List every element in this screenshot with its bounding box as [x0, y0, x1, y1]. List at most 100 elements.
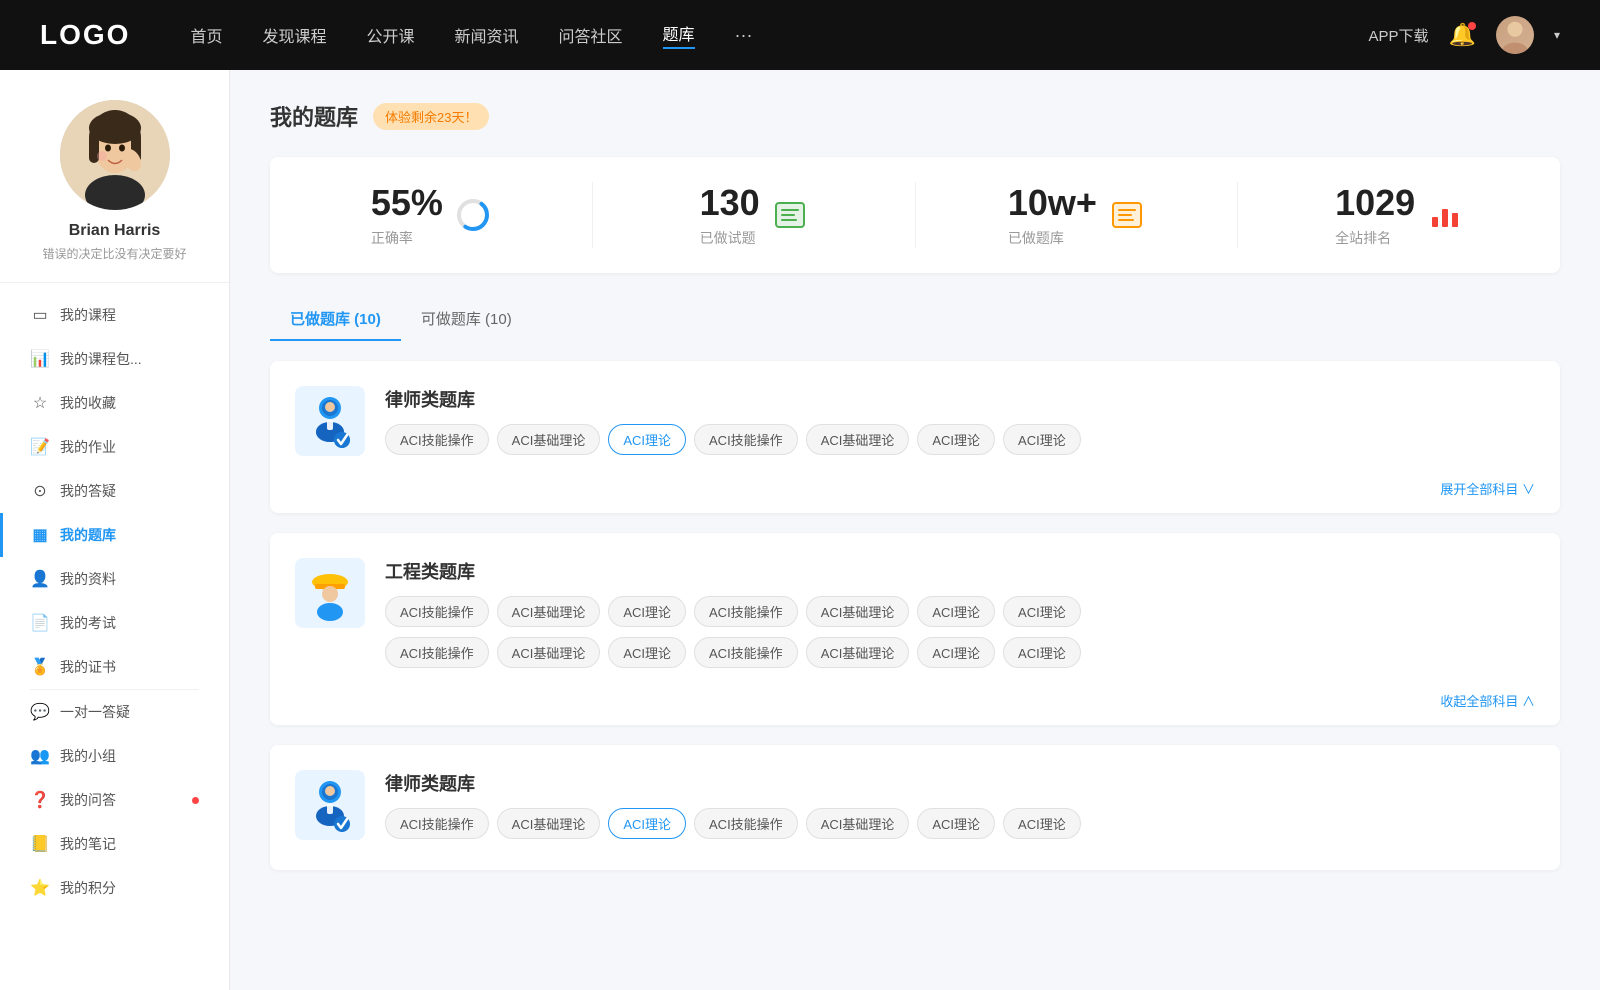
done-banks-icon — [1109, 197, 1145, 233]
bank-engineer-tags-row1: ACI技能操作 ACI基础理论 ACI理论 ACI技能操作 ACI基础理论 AC… — [385, 596, 1535, 627]
eng-tag-r1-3[interactable]: ACI技能操作 — [694, 596, 798, 627]
sidebar-username: Brian Harris — [69, 222, 161, 240]
sidebar-item-profile[interactable]: 👤 我的资料 — [0, 557, 229, 601]
qa-icon: ⊙ — [30, 481, 50, 501]
tag-5[interactable]: ACI理论 — [917, 424, 995, 455]
l2-tag-5[interactable]: ACI理论 — [917, 808, 995, 839]
stat-done-questions-value: 130 — [700, 182, 760, 224]
stat-done-banks-value: 10w+ — [1008, 182, 1097, 224]
sidebar-item-favorites[interactable]: ☆ 我的收藏 — [0, 381, 229, 425]
notes-icon: 📒 — [30, 834, 50, 854]
l2-tag-0[interactable]: ACI技能操作 — [385, 808, 489, 839]
l2-tag-6[interactable]: ACI理论 — [1003, 808, 1081, 839]
tab-done-banks[interactable]: 已做题库 (10) — [270, 298, 401, 341]
sidebar-item-myqa[interactable]: ❓ 我的问答 — [0, 778, 229, 822]
expand-lawyer-1-button[interactable]: 展开全部科目 ∨ — [1440, 479, 1535, 498]
sidebar-item-certificate[interactable]: 🏅 我的证书 — [0, 645, 229, 689]
bank-engineer-tags-row2: ACI技能操作 ACI基础理论 ACI理论 ACI技能操作 ACI基础理论 AC… — [385, 637, 1535, 668]
nav-more[interactable]: ··· — [735, 25, 753, 46]
logo: LOGO — [40, 19, 130, 51]
eng-tag-r2-2[interactable]: ACI理论 — [608, 637, 686, 668]
page-title: 我的题库 — [270, 100, 358, 132]
nav-right: APP下载 🔔 ▾ — [1369, 16, 1560, 54]
course-icon: ▭ — [30, 305, 50, 325]
sidebar-item-mygroup[interactable]: 👥 我的小组 — [0, 734, 229, 778]
collapse-engineer-button[interactable]: 收起全部科目 ∧ — [1440, 691, 1535, 710]
group-icon: 👥 — [30, 746, 50, 766]
eng-tag-r1-2[interactable]: ACI理论 — [608, 596, 686, 627]
homework-icon: 📝 — [30, 437, 50, 457]
bank-lawyer-1-name: 律师类题库 — [385, 386, 1535, 412]
star-icon: ☆ — [30, 393, 50, 413]
eng-tag-r2-4[interactable]: ACI基础理论 — [806, 637, 910, 668]
nav-news[interactable]: 新闻资讯 — [455, 23, 519, 47]
stat-accuracy-value: 55% — [371, 182, 443, 224]
notification-bell[interactable]: 🔔 — [1449, 22, 1476, 48]
lawyer-bank-icon-2 — [295, 770, 365, 840]
eng-tag-r1-5[interactable]: ACI理论 — [917, 596, 995, 627]
stat-ranking-label: 全站排名 — [1335, 228, 1415, 248]
sidebar-item-points[interactable]: ⭐ 我的积分 — [0, 866, 229, 910]
stat-done-questions: 130 已做试题 — [593, 182, 916, 248]
page-header: 我的题库 体验剩余23天！ — [270, 100, 1560, 132]
user-menu-chevron[interactable]: ▾ — [1554, 28, 1560, 42]
eng-tag-r1-1[interactable]: ACI基础理论 — [497, 596, 601, 627]
myqa-icon: ❓ — [30, 790, 50, 810]
eng-tag-r2-5[interactable]: ACI理论 — [917, 637, 995, 668]
sidebar-item-onetoone[interactable]: 💬 一对一答疑 — [0, 690, 229, 734]
qa-notification-dot — [192, 797, 199, 804]
engineer-bank-icon — [295, 558, 365, 628]
tag-0[interactable]: ACI技能操作 — [385, 424, 489, 455]
tag-1[interactable]: ACI基础理论 — [497, 424, 601, 455]
sidebar-item-homework[interactable]: 📝 我的作业 — [0, 425, 229, 469]
tag-4[interactable]: ACI基础理论 — [806, 424, 910, 455]
eng-tag-r2-1[interactable]: ACI基础理论 — [497, 637, 601, 668]
stat-ranking-value: 1029 — [1335, 182, 1415, 224]
sidebar-motto: 错误的决定比没有决定要好 — [42, 245, 186, 262]
nav-questionbank[interactable]: 题库 — [663, 21, 695, 49]
eng-tag-r1-0[interactable]: ACI技能操作 — [385, 596, 489, 627]
app-download-button[interactable]: APP下载 — [1369, 25, 1429, 46]
stat-accuracy-label: 正确率 — [371, 228, 443, 248]
profile-section: Brian Harris 错误的决定比没有决定要好 — [0, 100, 229, 283]
sidebar-item-qa[interactable]: ⊙ 我的答疑 — [0, 469, 229, 513]
bank-lawyer-1-info: 律师类题库 ACI技能操作 ACI基础理论 ACI理论 ACI技能操作 ACI基… — [385, 386, 1535, 455]
tag-6[interactable]: ACI理论 — [1003, 424, 1081, 455]
tabs: 已做题库 (10) 可做题库 (10) — [270, 298, 1560, 341]
user-avatar[interactable] — [1496, 16, 1534, 54]
sidebar-item-mycoursepack[interactable]: 📊 我的课程包... — [0, 337, 229, 381]
bank-card-lawyer-1: 律师类题库 ACI技能操作 ACI基础理论 ACI理论 ACI技能操作 ACI基… — [270, 361, 1560, 513]
eng-tag-r2-6[interactable]: ACI理论 — [1003, 637, 1081, 668]
bank-engineer-footer: 收起全部科目 ∧ — [295, 683, 1535, 710]
tag-3[interactable]: ACI技能操作 — [694, 424, 798, 455]
tab-available-banks[interactable]: 可做题库 (10) — [401, 298, 532, 341]
eng-tag-r1-4[interactable]: ACI基础理论 — [806, 596, 910, 627]
stat-ranking: 1029 全站排名 — [1238, 182, 1560, 248]
bank-lawyer-2-tags: ACI技能操作 ACI基础理论 ACI理论 ACI技能操作 ACI基础理论 AC… — [385, 808, 1535, 839]
stat-accuracy: 55% 正确率 — [270, 182, 593, 248]
sidebar-item-mycourse[interactable]: ▭ 我的课程 — [0, 293, 229, 337]
questionbank-icon: ▦ — [30, 525, 50, 545]
l2-tag-4[interactable]: ACI基础理论 — [806, 808, 910, 839]
bank-lawyer-2-name: 律师类题库 — [385, 770, 1535, 796]
eng-tag-r2-0[interactable]: ACI技能操作 — [385, 637, 489, 668]
sidebar-item-notes[interactable]: 📒 我的笔记 — [0, 822, 229, 866]
stat-done-banks-label: 已做题库 — [1008, 228, 1097, 248]
eng-tag-r2-3[interactable]: ACI技能操作 — [694, 637, 798, 668]
main-content: 我的题库 体验剩余23天！ 55% 正确率 130 — [230, 70, 1600, 990]
sidebar: Brian Harris 错误的决定比没有决定要好 ▭ 我的课程 📊 我的课程包… — [0, 70, 230, 990]
tag-2[interactable]: ACI理论 — [608, 424, 686, 455]
nav-home[interactable]: 首页 — [190, 23, 222, 47]
sidebar-item-questionbank[interactable]: ▦ 我的题库 — [0, 513, 229, 557]
trial-badge: 体验剩余23天！ — [373, 103, 489, 130]
sidebar-item-exam[interactable]: 📄 我的考试 — [0, 601, 229, 645]
nav-qa[interactable]: 问答社区 — [559, 23, 623, 47]
nav-discover[interactable]: 发现课程 — [262, 23, 326, 47]
nav-opencourse[interactable]: 公开课 — [366, 23, 414, 47]
l2-tag-2[interactable]: ACI理论 — [608, 808, 686, 839]
l2-tag-1[interactable]: ACI基础理论 — [497, 808, 601, 839]
sidebar-menu: ▭ 我的课程 📊 我的课程包... ☆ 我的收藏 📝 我的作业 ⊙ 我的答疑 ▦ — [0, 293, 229, 910]
points-icon: ⭐ — [30, 878, 50, 898]
eng-tag-r1-6[interactable]: ACI理论 — [1003, 596, 1081, 627]
l2-tag-3[interactable]: ACI技能操作 — [694, 808, 798, 839]
